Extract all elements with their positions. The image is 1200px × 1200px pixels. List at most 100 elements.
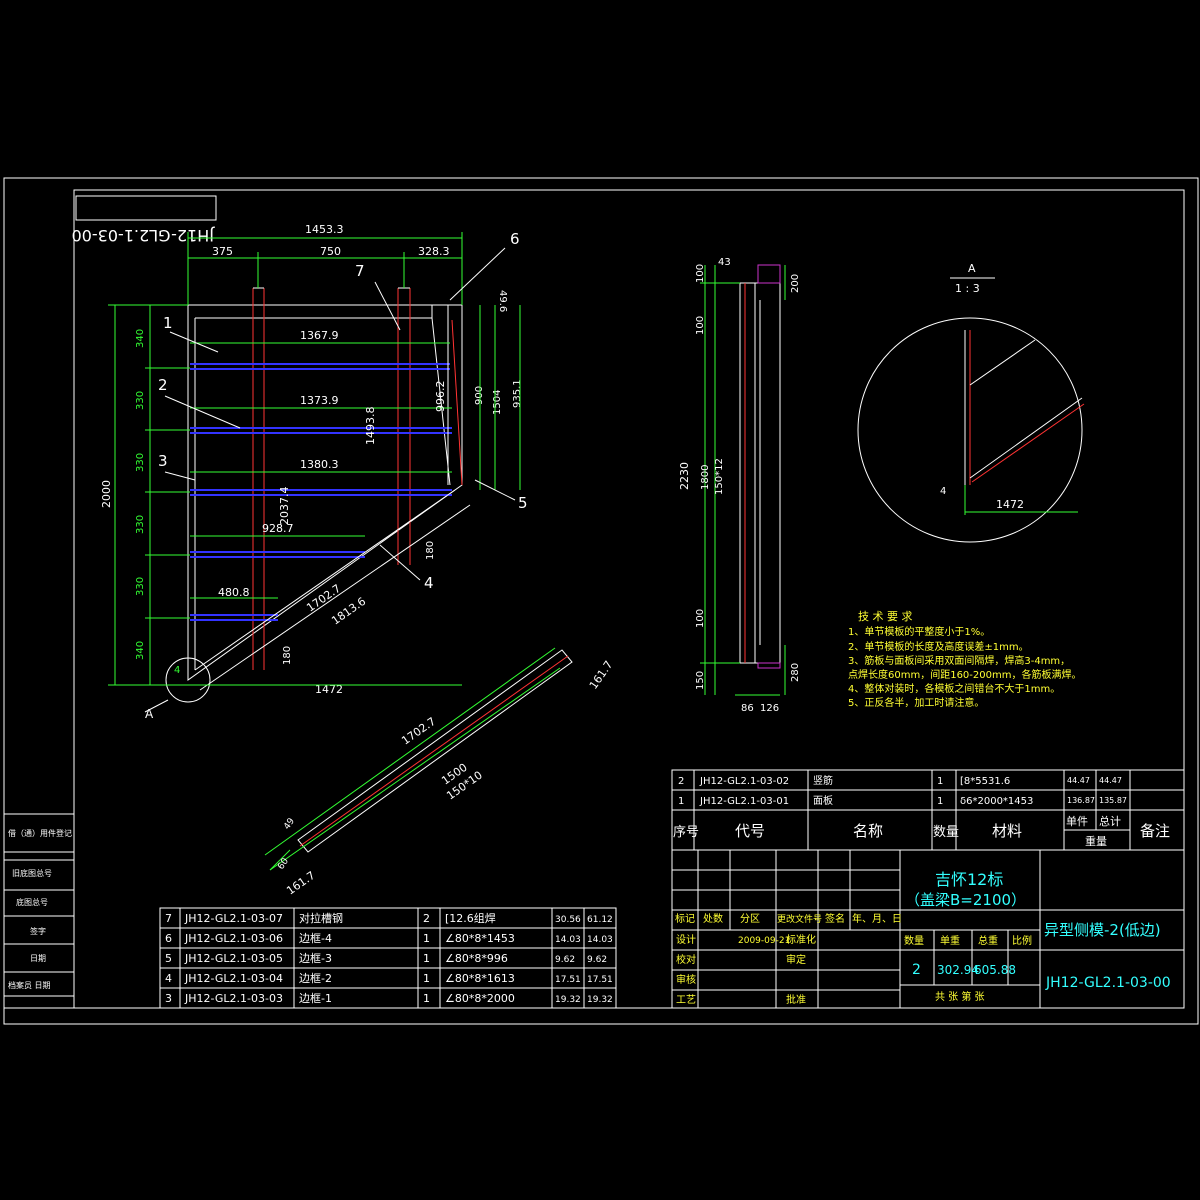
role-right-1: 审定 <box>786 953 806 966</box>
bom-u-r1-c6: 135.87 <box>1099 796 1127 805</box>
tech-note-5: 5、正反各半，加工时请注意。 <box>848 696 984 709</box>
bom-l-r4-c3: 1 <box>423 992 430 1005</box>
sec-dim-0: 1702.7 <box>399 715 438 748</box>
side-dim-1: 43 <box>718 257 731 268</box>
title-project-1: 吉怀12标 <box>935 870 1003 889</box>
cad-drawing: JH12-GL2.1-03-00 借（通）用件登记 旧底图总号 底图总号 签字 … <box>3 177 1199 1025</box>
bom-l-r0-c2: 对拉槽钢 <box>299 911 343 925</box>
tech-notes: 技 术 要 求 1、单节模板的平整度小于1%。 2、单节模板的长度及高度误差±1… <box>848 610 1081 709</box>
sec-dim-3: 161.7 <box>587 658 616 691</box>
balloon-2: 2 <box>158 376 168 394</box>
dim-inner-9: 1504 <box>492 390 503 415</box>
side-dim-5: 1800 <box>700 465 711 490</box>
rev-h-2: 分区 <box>740 913 760 925</box>
qty-h-0: 数量 <box>904 934 924 947</box>
rev-h-5: 年、月、日 <box>852 912 902 925</box>
tech-note-4: 4、整体对装时，各模板之间错台不大于1mm。 <box>848 682 1060 695</box>
bom-l-r2-c3: 1 <box>423 952 430 965</box>
bom-l-r0-c3: 2 <box>423 912 430 925</box>
bom-l-r0-c4: [12.6组焊 <box>445 911 496 925</box>
bom-u-r1-c2: 面板 <box>813 794 833 807</box>
bom-l-r2-c4: ∠80*8*996 <box>445 952 508 965</box>
bom-l-r0-c5: 30.56 <box>555 915 581 925</box>
bom-u-r0-c0: 2 <box>678 776 684 787</box>
bom-l-r2-c0: 5 <box>165 952 172 965</box>
dim-left-2: 330 <box>135 391 146 410</box>
balloon-1: 1 <box>163 314 173 332</box>
bom-l-r2-c5: 9.62 <box>555 955 575 965</box>
bom-u-h7: 备注 <box>1140 822 1170 840</box>
dim-top-2: 750 <box>320 245 341 258</box>
bom-l-r2-c2: 边框-3 <box>299 952 332 965</box>
bom-l-r4-c2: 边框-1 <box>299 992 332 1005</box>
bom-u-r1-c5: 136.87 <box>1067 796 1095 805</box>
bom-upper-table: 2 JH12-GL2.1-03-02 竖筋 1 [8*5531.6 44.47 … <box>671 769 1185 851</box>
bom-l-r1-c6: 14.03 <box>587 935 613 945</box>
dim-inner-7: 996.2 <box>434 381 447 413</box>
bom-u-h4: 材料 <box>992 822 1022 840</box>
role-0: 设计 <box>676 933 696 946</box>
bom-l-r0-c0: 7 <box>165 912 172 925</box>
bom-u-r0-c2: 竖筋 <box>813 774 833 787</box>
side-dim-7: 100 <box>695 609 706 628</box>
dim-left-5: 330 <box>135 577 146 596</box>
bom-l-r4-c4: ∠80*8*2000 <box>445 992 515 1005</box>
dim-inner-2: 1380.3 <box>300 458 339 471</box>
bom-u-h0: 序号 <box>673 825 699 840</box>
bom-l-r4-c0: 3 <box>165 992 172 1005</box>
tech-note-2: 3、筋板与面板间采用双面间隔焊，焊高3-4mm， <box>848 654 1070 667</box>
margin-label-3: 签字 <box>30 926 46 936</box>
sec-dim-5: 49 <box>282 816 297 831</box>
bom-l-r3-c1: JH12-GL2.1-03-04 <box>184 972 283 985</box>
dim-inner-5: 2037.4 <box>278 487 291 526</box>
bom-l-r1-c3: 1 <box>423 932 430 945</box>
bom-l-r0-c6: 61.12 <box>587 915 613 925</box>
bom-u-r1-c0: 1 <box>678 796 684 807</box>
detail-dim-1: 1472 <box>996 498 1024 511</box>
bom-l-r3-c0: 4 <box>165 972 172 985</box>
bom-u-h3: 数量 <box>933 825 959 840</box>
bom-l-r4-c6: 19.32 <box>587 995 613 1005</box>
rev-h-3: 更改文件号 <box>777 913 822 925</box>
bom-l-r0-c1: JH12-GL2.1-03-07 <box>184 912 283 925</box>
bom-l-r3-c6: 17.51 <box>587 975 613 985</box>
balloon-7: 7 <box>355 262 365 280</box>
bom-u-h2: 名称 <box>853 822 883 840</box>
dim-inner-12: 180 <box>425 541 436 560</box>
title-project-2: （盖梁B=2100） <box>905 891 1026 909</box>
tech-notes-title: 技 术 要 求 <box>858 610 913 623</box>
sec-dim-6: 60 <box>276 856 291 871</box>
bom-l-r3-c2: 边框-2 <box>299 972 332 985</box>
dim-inner-1: 1373.9 <box>300 394 339 407</box>
side-dim-8: 150 <box>695 671 706 690</box>
bom-l-r1-c0: 6 <box>165 932 172 945</box>
bom-u-sub: 重量 <box>1085 834 1107 848</box>
balloon-4: 4 <box>424 574 434 592</box>
dim-inner-4: 480.8 <box>218 586 250 599</box>
left-margin-table: 借（通）用件登记 旧底图总号 底图总号 签字 日期 档案员 日期 <box>3 813 75 1009</box>
qty-h-2: 总重 <box>978 934 998 947</box>
rev-h-1: 处数 <box>703 912 723 925</box>
qty-h-3: 比例 <box>1012 934 1032 947</box>
side-dim-9: 280 <box>790 663 801 682</box>
dim-left-4: 330 <box>135 515 146 534</box>
dim-inner-13: 180 <box>282 646 293 665</box>
title-date: 2009-09-21 <box>738 936 790 946</box>
side-dim-0: 100 <box>695 264 706 283</box>
dim-left-1: 340 <box>135 329 146 348</box>
bom-u-r1-c1: JH12-GL2.1-03-01 <box>699 796 789 807</box>
dim-left-0: 2000 <box>100 480 113 508</box>
side-dim-6: 150*12 <box>714 458 725 495</box>
bom-u-r1-c4: δ6*2000*1453 <box>960 796 1033 807</box>
bom-l-r1-c2: 边框-4 <box>299 932 332 945</box>
role-1: 校对 <box>676 953 696 966</box>
bom-l-r2-c1: JH12-GL2.1-03-05 <box>184 952 283 965</box>
bom-lower-table: 7 JH12-GL2.1-03-07 对拉槽钢 2 [12.6组焊 30.56 61.12 6… <box>159 907 617 1009</box>
side-dim-2: 200 <box>790 274 801 293</box>
stamp-label: JH12-GL2.1-03-00 <box>72 226 216 245</box>
bom-u-h5: 单件 <box>1066 815 1088 828</box>
side-dim-3: 100 <box>695 316 706 335</box>
dim-inner-10: 935.1 <box>512 379 523 408</box>
bom-l-r3-c4: ∠80*8*1613 <box>445 972 515 985</box>
dim-inner-6: 1493.8 <box>364 407 377 446</box>
